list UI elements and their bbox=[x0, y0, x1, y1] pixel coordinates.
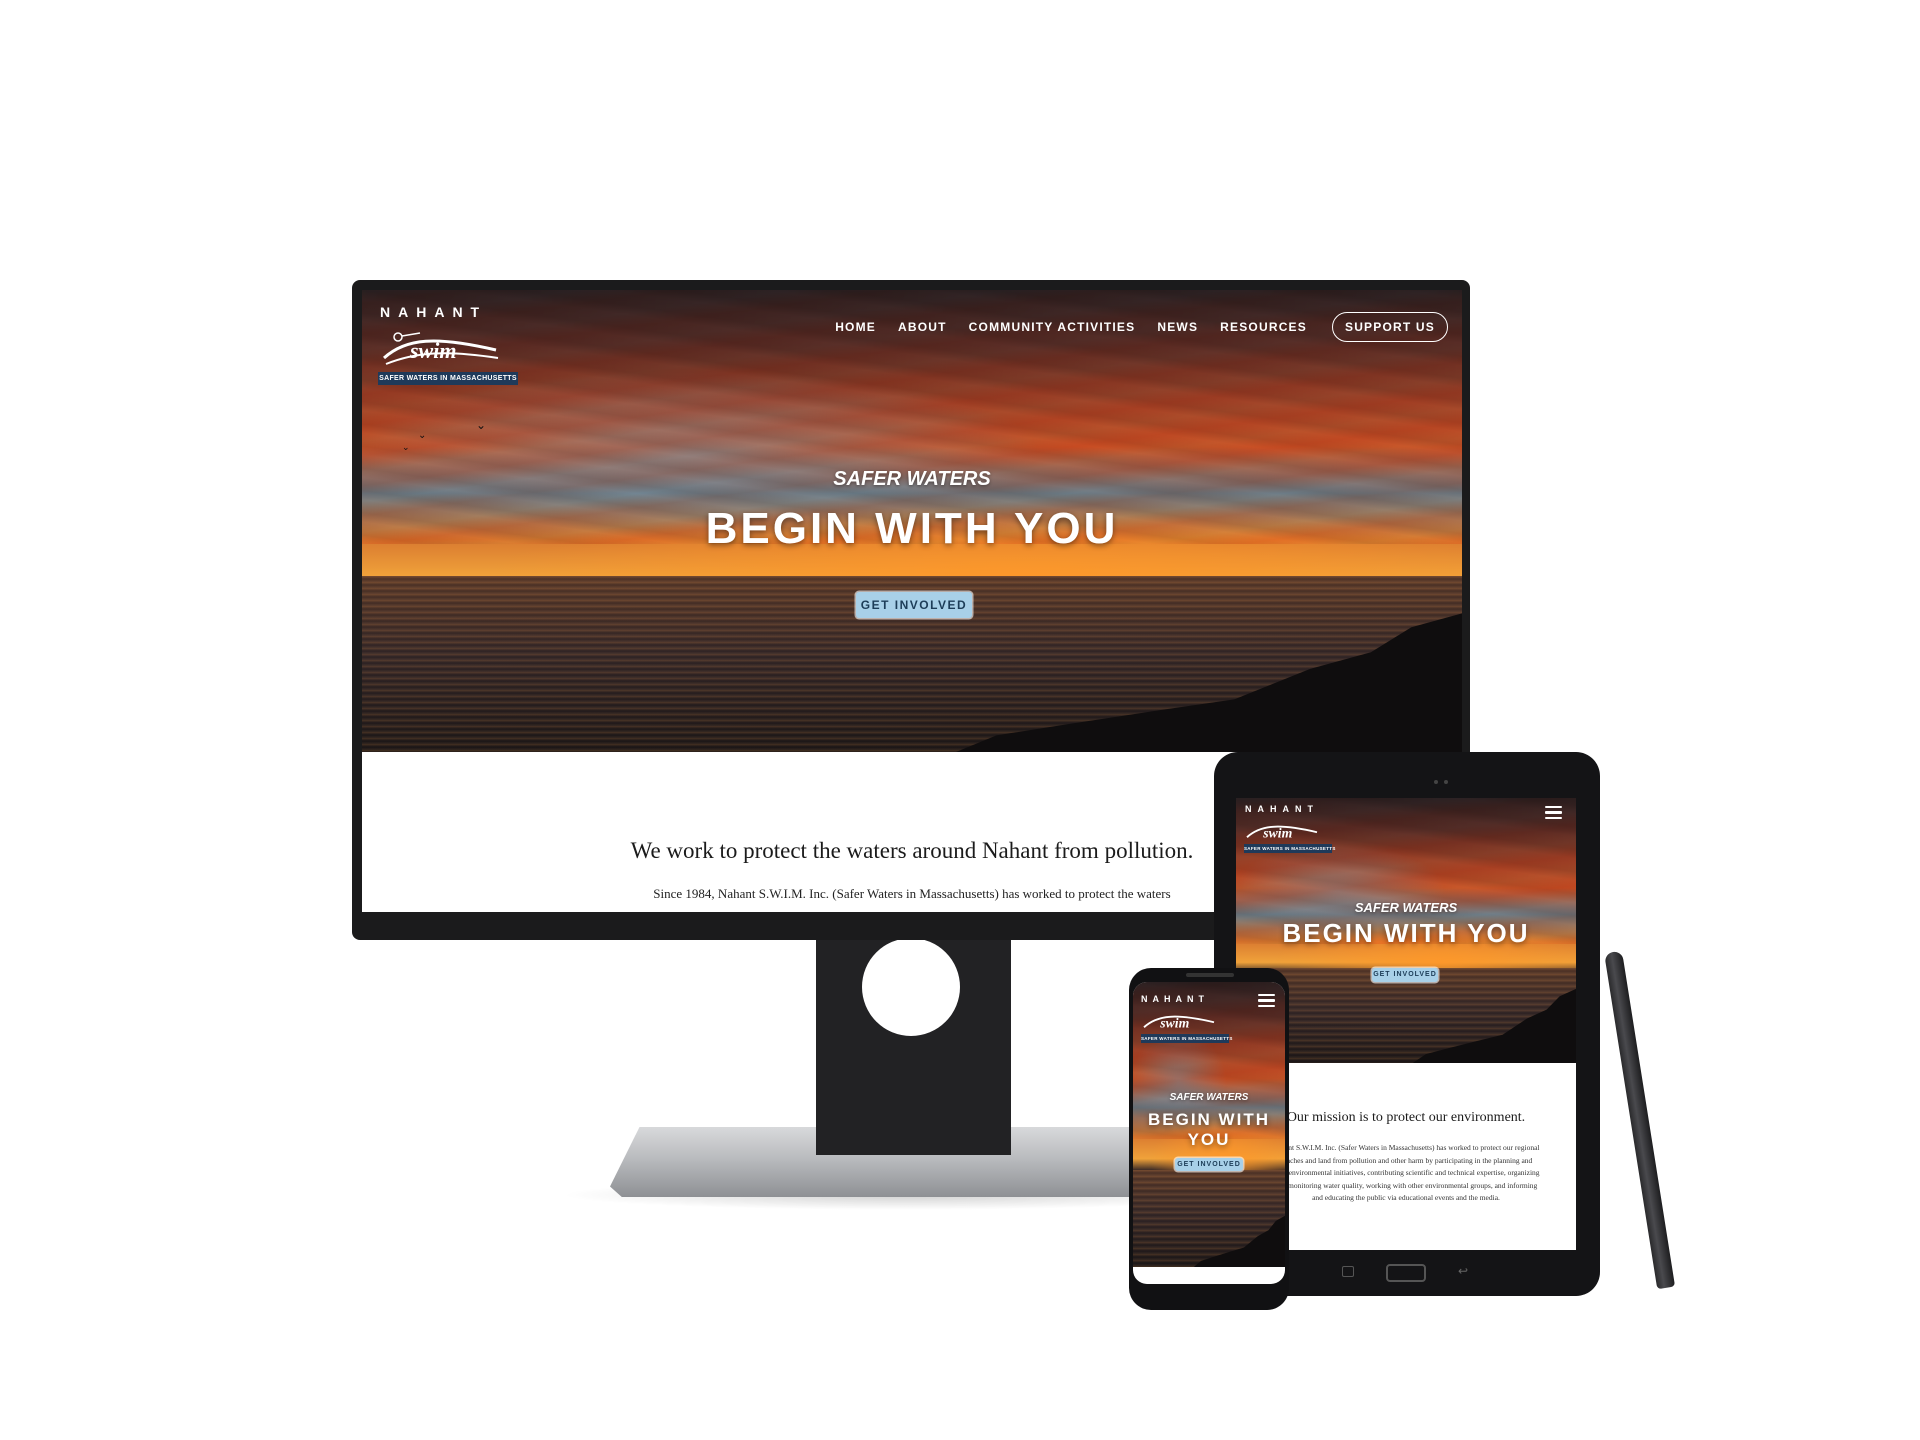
site-logo-tagline: SAFER WATERS IN MASSACHUSETTS bbox=[378, 372, 518, 385]
nav-news[interactable]: NEWS bbox=[1157, 320, 1198, 334]
nav-home[interactable]: HOME bbox=[835, 320, 876, 334]
mission-body-text: Nahant S.W.I.M. Inc. (Safer Waters in Ma… bbox=[1248, 1142, 1564, 1205]
mission-body-line: beaches and land from pollution and othe… bbox=[1279, 1155, 1533, 1165]
bird-silhouette: ⌄ bbox=[402, 442, 410, 452]
tablet-home-button[interactable] bbox=[1386, 1264, 1426, 1282]
phone-hero-section: NAHANT swim SAFER WATERS IN MASSACHUSETT… bbox=[1133, 982, 1285, 1267]
hero-kicker: SAFER WATERS bbox=[1354, 900, 1458, 915]
site-logo-tagline: SAFER WATERS IN MASSACHUSETTS bbox=[1141, 1034, 1233, 1043]
phone-website-screen: NAHANT swim SAFER WATERS IN MASSACHUSETT… bbox=[1133, 982, 1285, 1284]
bird-silhouette: ⌄ bbox=[476, 418, 487, 432]
nav-resources[interactable]: RESOURCES bbox=[1220, 320, 1307, 334]
phone-speaker bbox=[1186, 973, 1234, 977]
mission-body-line: and educating the public via educational… bbox=[1312, 1193, 1500, 1202]
main-nav: HOME ABOUT COMMUNITY ACTIVITIES NEWS RES… bbox=[824, 312, 1448, 342]
site-logo-tagline: SAFER WATERS IN MASSACHUSETTS bbox=[1244, 844, 1336, 853]
mission-body-line: es of environmental initiatives, contrib… bbox=[1272, 1168, 1540, 1177]
tablet-sensor bbox=[1444, 780, 1448, 784]
bird-silhouette: ⌄ bbox=[418, 430, 427, 441]
get-involved-button[interactable]: GET INVOLVED bbox=[1175, 1158, 1243, 1171]
tablet-back-key[interactable]: ↩ bbox=[1458, 1264, 1468, 1278]
get-involved-button[interactable]: GET INVOLVED bbox=[1372, 968, 1438, 982]
nav-about[interactable]: ABOUT bbox=[898, 320, 947, 334]
swim-logo-icon[interactable]: swim bbox=[1242, 818, 1322, 844]
hamburger-menu-icon[interactable] bbox=[1258, 994, 1275, 1008]
site-logo-word[interactable]: NAHANT bbox=[1141, 994, 1209, 1004]
hero-title: BEGIN WITH YOU bbox=[705, 504, 1119, 553]
hero-title-line-1: BEGIN WITH bbox=[1148, 1110, 1270, 1129]
hamburger-menu-icon[interactable] bbox=[1545, 806, 1562, 820]
site-logo-word[interactable]: NAHANT bbox=[380, 304, 487, 320]
stylus-pen bbox=[1604, 950, 1676, 1290]
monitor-stand-cable-hole bbox=[862, 938, 960, 1036]
tablet-camera bbox=[1434, 780, 1438, 784]
hero-kicker: SAFER WATERS bbox=[1169, 1092, 1249, 1103]
get-involved-button[interactable]: GET INVOLVED bbox=[856, 592, 972, 618]
mission-body-line: ion, monitoring water quality, working w… bbox=[1274, 1180, 1538, 1190]
swim-logo-icon[interactable]: swim bbox=[376, 328, 504, 368]
svg-text:swim: swim bbox=[409, 338, 456, 363]
svg-text:swim: swim bbox=[1159, 1015, 1189, 1030]
hero-kicker: SAFER WATERS bbox=[833, 468, 991, 490]
mission-body-line: Nahant S.W.I.M. Inc. (Safer Waters in Ma… bbox=[1272, 1143, 1540, 1152]
swim-logo-icon[interactable]: swim bbox=[1139, 1008, 1219, 1034]
site-logo-word[interactable]: NAHANT bbox=[1245, 804, 1319, 814]
svg-text:swim: swim bbox=[1262, 825, 1292, 840]
hero-title: BEGIN WITH YOU bbox=[1282, 918, 1530, 948]
desktop-hero-section: NAHANT swim SAFER WATERS IN MASSACHUSETT… bbox=[362, 290, 1462, 752]
support-us-button[interactable]: SUPPORT US bbox=[1331, 312, 1448, 342]
tablet-recent-apps-key[interactable] bbox=[1342, 1266, 1354, 1277]
nav-community-activities[interactable]: COMMUNITY ACTIVITIES bbox=[969, 320, 1136, 334]
hero-title-line-2: YOU bbox=[1187, 1130, 1231, 1149]
